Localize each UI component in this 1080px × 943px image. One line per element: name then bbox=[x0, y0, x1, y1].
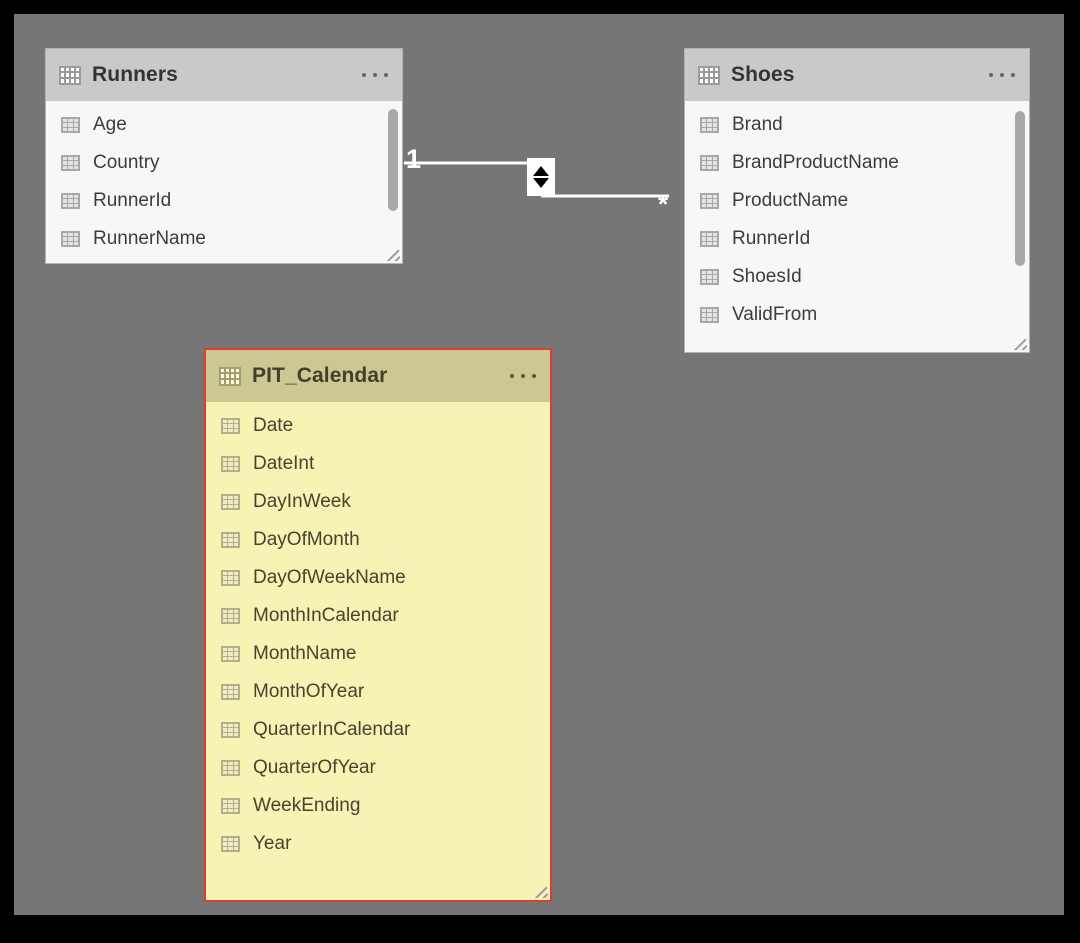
vertical-scrollbar[interactable] bbox=[1015, 111, 1025, 266]
table-header-shoes[interactable]: Shoes bbox=[685, 49, 1029, 101]
table-title: Runners bbox=[92, 63, 178, 86]
field-row[interactable]: Date bbox=[206, 407, 550, 445]
field-label: RunnerId bbox=[93, 190, 172, 211]
field-row[interactable]: DayInWeek bbox=[206, 483, 550, 521]
column-icon bbox=[221, 836, 240, 852]
field-label: DateInt bbox=[253, 453, 315, 474]
field-label: ShoesId bbox=[732, 266, 802, 287]
column-icon bbox=[700, 155, 719, 171]
column-icon bbox=[700, 269, 719, 285]
field-row[interactable]: WeekEnding bbox=[206, 787, 550, 825]
field-label: MonthInCalendar bbox=[253, 605, 399, 626]
column-icon bbox=[700, 231, 719, 247]
field-label: RunnerId bbox=[732, 228, 811, 249]
vertical-scrollbar[interactable] bbox=[388, 109, 398, 211]
field-row[interactable]: MonthOfYear bbox=[206, 673, 550, 711]
field-row[interactable]: Year bbox=[206, 825, 550, 863]
field-row[interactable]: QuarterOfYear bbox=[206, 749, 550, 787]
column-icon bbox=[221, 456, 240, 472]
table-icon bbox=[219, 366, 241, 386]
column-icon bbox=[61, 231, 80, 247]
column-icon bbox=[221, 760, 240, 776]
field-label: WeekEnding bbox=[253, 795, 361, 816]
field-row[interactable]: BrandProductName bbox=[685, 144, 1029, 182]
column-icon bbox=[700, 117, 719, 133]
table-more-options-icon[interactable] bbox=[989, 73, 1015, 77]
resize-handle[interactable] bbox=[384, 245, 400, 261]
field-label: BrandProductName bbox=[732, 152, 899, 173]
field-row[interactable]: MonthInCalendar bbox=[206, 597, 550, 635]
field-label: Brand bbox=[732, 114, 783, 135]
field-label: Year bbox=[253, 833, 292, 854]
table-title: PIT_Calendar bbox=[252, 364, 388, 387]
table-card-shoes[interactable]: Shoes Brand BrandProductName ProductName… bbox=[684, 48, 1030, 353]
table-icon bbox=[698, 65, 720, 85]
column-icon bbox=[221, 722, 240, 738]
field-row[interactable]: MonthName bbox=[206, 635, 550, 673]
column-icon bbox=[61, 155, 80, 171]
field-label: MonthOfYear bbox=[253, 681, 365, 702]
field-list-pit-calendar: Date DateInt DayInWeek DayOfMonth DayOfW… bbox=[206, 402, 550, 900]
field-label: ValidFrom bbox=[732, 304, 818, 325]
table-header-pit-calendar[interactable]: PIT_Calendar bbox=[206, 350, 550, 402]
field-label: Country bbox=[93, 152, 160, 173]
field-row[interactable]: DayOfWeekName bbox=[206, 559, 550, 597]
resize-handle[interactable] bbox=[1011, 334, 1027, 350]
table-card-pit-calendar[interactable]: PIT_Calendar Date DateInt DayInWeek DayO… bbox=[204, 348, 552, 902]
arrow-down-icon bbox=[533, 178, 549, 188]
field-label: QuarterOfYear bbox=[253, 757, 376, 778]
table-card-runners[interactable]: Runners Age Country RunnerId RunnerName bbox=[45, 48, 403, 264]
field-row[interactable]: QuarterInCalendar bbox=[206, 711, 550, 749]
field-row[interactable]: Brand bbox=[685, 106, 1029, 144]
field-label: MonthName bbox=[253, 643, 357, 664]
table-title: Shoes bbox=[731, 63, 795, 86]
field-label: DayInWeek bbox=[253, 491, 351, 512]
field-row[interactable]: ShoesId bbox=[685, 258, 1029, 296]
field-label: DayOfWeekName bbox=[253, 567, 406, 588]
resize-handle[interactable] bbox=[532, 882, 548, 898]
cardinality-one-label: 1 bbox=[406, 144, 422, 174]
column-icon bbox=[61, 193, 80, 209]
column-icon bbox=[221, 646, 240, 662]
column-icon bbox=[221, 684, 240, 700]
field-label: ProductName bbox=[732, 190, 849, 211]
field-label: Date bbox=[253, 415, 294, 436]
column-icon bbox=[221, 570, 240, 586]
field-label: RunnerName bbox=[93, 228, 206, 249]
table-more-options-icon[interactable] bbox=[510, 374, 536, 378]
field-row[interactable]: Country bbox=[46, 144, 402, 182]
field-list-shoes: Brand BrandProductName ProductName Runne… bbox=[685, 101, 1029, 334]
column-icon bbox=[221, 798, 240, 814]
field-row[interactable]: ValidFrom bbox=[685, 296, 1029, 334]
field-label: Age bbox=[93, 114, 127, 135]
column-icon bbox=[221, 532, 240, 548]
column-icon bbox=[221, 608, 240, 624]
cross-filter-both-directions-icon[interactable] bbox=[527, 158, 555, 196]
field-list-runners: Age Country RunnerId RunnerName bbox=[46, 101, 402, 258]
field-row[interactable]: RunnerName bbox=[46, 220, 402, 258]
table-icon bbox=[59, 65, 81, 85]
table-header-runners[interactable]: Runners bbox=[46, 49, 402, 101]
arrow-up-icon bbox=[533, 166, 549, 176]
column-icon bbox=[700, 193, 719, 209]
field-row[interactable]: DateInt bbox=[206, 445, 550, 483]
column-icon bbox=[700, 307, 719, 323]
field-label: QuarterInCalendar bbox=[253, 719, 411, 740]
model-diagram-canvas[interactable]: 1 * Runners Age Country RunnerId RunnerN… bbox=[14, 14, 1064, 915]
field-row[interactable]: Age bbox=[46, 106, 402, 144]
column-icon bbox=[221, 494, 240, 510]
field-row[interactable]: RunnerId bbox=[685, 220, 1029, 258]
table-more-options-icon[interactable] bbox=[362, 73, 388, 77]
column-icon bbox=[221, 418, 240, 434]
cardinality-many-label: * bbox=[658, 189, 669, 219]
field-label: DayOfMonth bbox=[253, 529, 360, 550]
field-row[interactable]: RunnerId bbox=[46, 182, 402, 220]
field-row[interactable]: DayOfMonth bbox=[206, 521, 550, 559]
field-row[interactable]: ProductName bbox=[685, 182, 1029, 220]
column-icon bbox=[61, 117, 80, 133]
